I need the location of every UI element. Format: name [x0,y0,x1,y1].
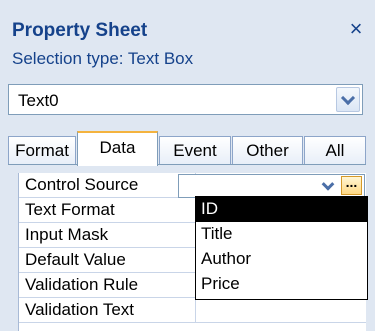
property-sheet-panel: Property Sheet × Selection type: Text Bo… [0,0,375,331]
tab-other[interactable]: Other [232,136,303,165]
chevron-down-icon [340,90,356,105]
tab-data[interactable]: Data [77,131,158,166]
builder-button[interactable]: ... [341,175,362,195]
tab-format[interactable]: Format [8,136,76,165]
close-icon[interactable]: × [347,18,365,40]
tab-event[interactable]: Event [159,136,231,165]
object-selector[interactable]: Text0 [8,84,363,115]
chevron-down-icon [321,177,335,191]
object-selector-dropdown-button[interactable] [336,87,360,112]
panel-title: Property Sheet [12,20,148,41]
property-row-validation-text[interactable]: Validation Text [19,298,366,323]
control-source-input[interactable]: ... [178,174,365,198]
control-source-dropdown-list: ID Title Author Price [195,196,368,300]
column-divider [195,298,196,323]
property-name: Validation Text [25,300,134,319]
object-selector-value: Text0 [18,91,59,110]
property-name: Default Value [25,250,126,269]
property-name: Text Format [25,200,115,219]
dropdown-option-id[interactable]: ID [196,197,367,222]
property-name: Input Mask [25,225,109,244]
selection-type-label: Selection type: Text Box [12,49,194,68]
tab-all[interactable]: All [304,136,366,165]
tab-strip: Format Data Event Other All [8,131,366,167]
tab-divider [8,164,366,165]
dropdown-option-price[interactable]: Price [196,272,367,297]
property-name: Control Source [25,175,139,194]
dropdown-option-author[interactable]: Author [196,247,367,272]
dropdown-option-title[interactable]: Title [196,222,367,247]
control-source-dropdown-button[interactable] [318,176,338,196]
property-name: Validation Rule [25,275,139,294]
